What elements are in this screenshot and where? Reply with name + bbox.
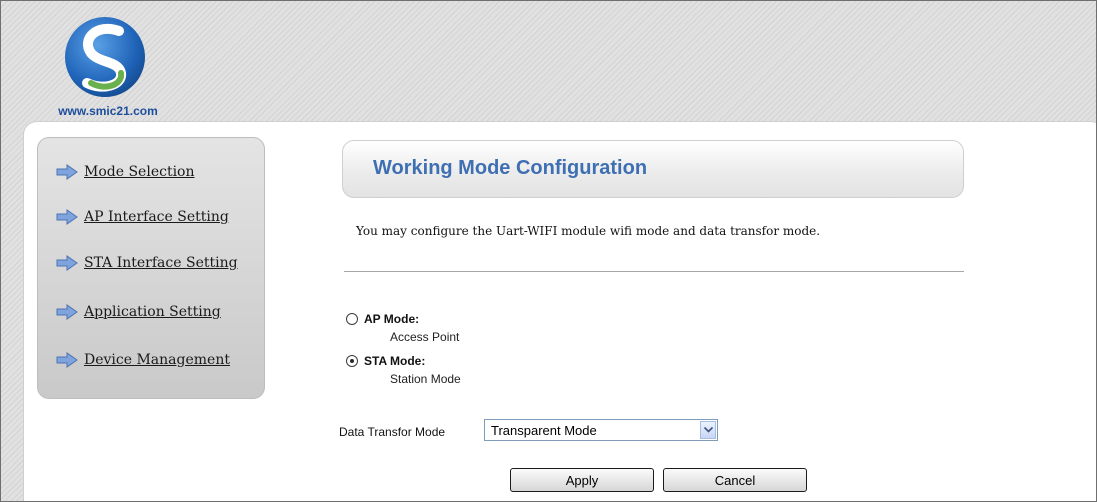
page-title: Working Mode Configuration xyxy=(373,157,648,179)
smic-logo-icon xyxy=(65,17,145,97)
sidebar-item-label: Application Setting xyxy=(84,304,221,320)
apply-button[interactable]: Apply xyxy=(510,468,654,492)
cancel-button[interactable]: Cancel xyxy=(663,468,807,492)
divider xyxy=(344,271,964,272)
logo[interactable]: www.smic21.com xyxy=(53,11,163,121)
ap-mode-radio[interactable] xyxy=(346,313,358,325)
sidebar-item-label: STA Interface Setting xyxy=(84,255,238,271)
sta-mode-label: STA Mode: xyxy=(364,354,426,368)
arrow-right-icon xyxy=(56,352,78,368)
ap-mode-option[interactable]: AP Mode: xyxy=(346,312,419,326)
ap-mode-label: AP Mode: xyxy=(364,312,420,326)
sidebar: Mode Selection AP Interface Setting STA … xyxy=(37,137,265,399)
sidebar-item-mode-selection[interactable]: Mode Selection xyxy=(56,160,195,184)
arrow-right-icon xyxy=(56,255,78,271)
page-title-box: Working Mode Configuration xyxy=(342,140,964,198)
page-frame: www.smic21.com Mode Selection AP Interfa… xyxy=(0,0,1097,502)
chevron-down-icon xyxy=(704,427,713,433)
sidebar-item-label: Mode Selection xyxy=(84,164,195,180)
sidebar-item-application-setting[interactable]: Application Setting xyxy=(56,300,221,324)
page-description: You may configure the Uart-WIFI module w… xyxy=(356,224,821,238)
sta-mode-option[interactable]: STA Mode: xyxy=(346,354,425,368)
main-panel: Mode Selection AP Interface Setting STA … xyxy=(23,121,1096,501)
sidebar-item-label: Device Management xyxy=(84,352,230,368)
data-transfor-mode-value: Transparent Mode xyxy=(491,423,597,438)
sta-mode-radio[interactable] xyxy=(346,355,358,367)
ap-mode-description: Access Point xyxy=(390,330,460,344)
data-transfor-mode-select[interactable]: Transparent Mode xyxy=(484,419,718,441)
sidebar-item-ap-interface-setting[interactable]: AP Interface Setting xyxy=(56,205,229,229)
arrow-right-icon xyxy=(56,209,78,225)
arrow-right-icon xyxy=(56,304,78,320)
sidebar-item-sta-interface-setting[interactable]: STA Interface Setting xyxy=(56,251,238,275)
sta-mode-description: Station Mode xyxy=(390,372,461,386)
arrow-right-icon xyxy=(56,164,78,180)
sidebar-item-label: AP Interface Setting xyxy=(84,209,229,225)
sidebar-item-device-management[interactable]: Device Management xyxy=(56,348,230,372)
data-transfor-mode-label: Data Transfor Mode xyxy=(339,425,446,439)
site-url[interactable]: www.smic21.com xyxy=(53,104,163,118)
dropdown-button[interactable] xyxy=(700,421,716,439)
